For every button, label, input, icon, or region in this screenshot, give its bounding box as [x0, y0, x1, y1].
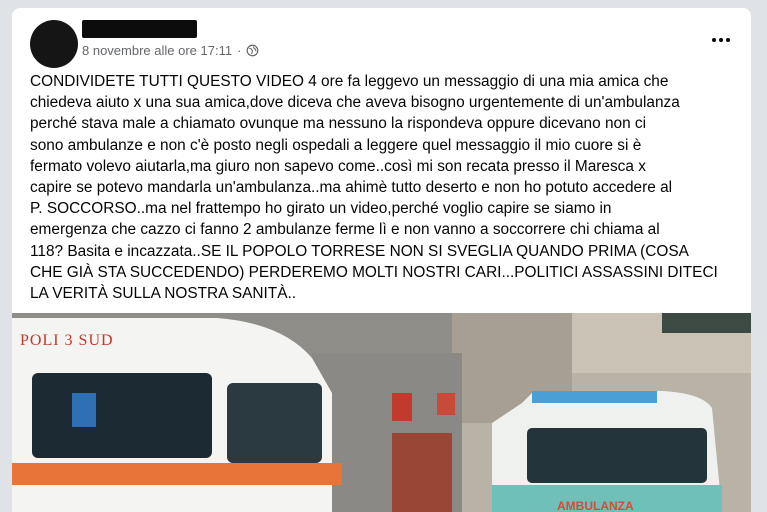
post-card: 8 novembre alle ore 17:11 · CONDIVIDETE … [12, 8, 751, 512]
post-timestamp[interactable]: 8 novembre alle ore 17:11 [82, 43, 232, 58]
post-meta: 8 novembre alle ore 17:11 · [82, 43, 259, 58]
meta-separator: · [237, 43, 242, 58]
ambulance-photo: POLI 3 SUD AMBULANZA [12, 313, 751, 512]
post-text: CONDIVIDETE TUTTI QUESTO VIDEO 4 ore fa … [30, 73, 718, 303]
author-name-redacted[interactable] [82, 20, 197, 38]
post-image[interactable]: POLI 3 SUD AMBULANZA [12, 313, 751, 512]
ambulance-right-label: AMBULANZA [557, 499, 634, 512]
author-avatar[interactable] [30, 20, 78, 68]
ambulance-left-label: POLI 3 SUD [20, 332, 114, 349]
more-options-icon[interactable] [707, 30, 735, 50]
globe-icon [247, 44, 259, 57]
